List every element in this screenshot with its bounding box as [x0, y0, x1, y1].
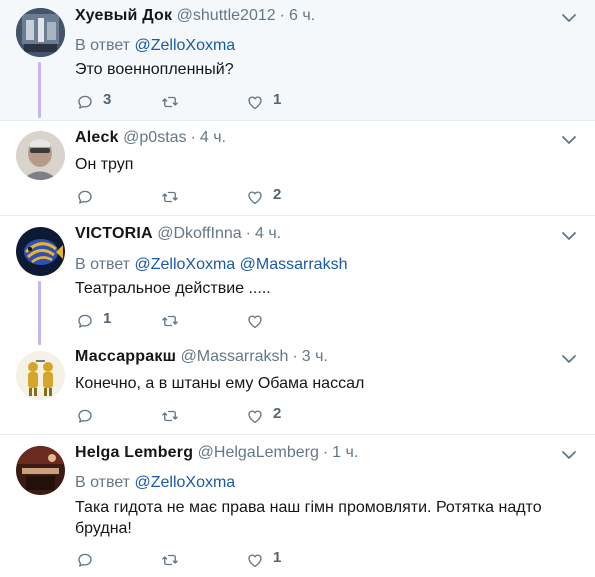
reply-count: 3 — [103, 90, 112, 108]
avatar[interactable] — [16, 131, 65, 180]
user-handle[interactable]: @Massarraksh — [181, 348, 289, 365]
reply-button[interactable]: 3 — [76, 90, 112, 112]
tweet-text: Така гидота не має права наш гімн промов… — [75, 497, 575, 539]
reply-button[interactable] — [76, 187, 103, 207]
display-name[interactable]: Helga Lemberg — [75, 444, 193, 461]
timestamp[interactable]: 3 ч. — [302, 348, 328, 365]
separator-dot: · — [322, 444, 329, 461]
chevron-down-icon[interactable] — [561, 10, 577, 26]
retweet-button[interactable] — [161, 550, 188, 570]
user-handle[interactable]: @HelgaLemberg — [198, 444, 319, 461]
reply-icon — [78, 409, 92, 423]
mention-link[interactable]: @Massarraksh — [240, 256, 348, 273]
tweet-header: VICTORIA @DkoffInna · 4 ч. — [75, 224, 281, 244]
reply-icon — [78, 314, 92, 328]
reply-to-line: В ответ @ZelloXoxma — [75, 473, 235, 493]
tweet-text: Он труп — [75, 156, 134, 173]
retweet-icon — [162, 315, 178, 327]
heart-icon — [248, 410, 262, 424]
retweet-icon — [162, 554, 178, 566]
divider — [0, 434, 595, 435]
separator-dot: · — [292, 348, 298, 365]
tweet-text-line: брудна! — [75, 520, 132, 537]
retweet-button[interactable] — [161, 187, 188, 207]
reply-button[interactable]: 1 — [76, 309, 112, 331]
display-name[interactable]: VICTORIA — [75, 225, 153, 242]
separator-dot: · — [190, 129, 196, 146]
reply-count: 1 — [103, 309, 112, 327]
avatar[interactable] — [16, 446, 65, 495]
avatar[interactable] — [16, 8, 65, 57]
chevron-down-icon[interactable] — [561, 447, 577, 463]
reply-icon — [78, 95, 92, 109]
reply-prefix: В ответ — [75, 474, 131, 491]
thread-line — [38, 281, 41, 345]
chevron-down-icon[interactable] — [561, 228, 577, 244]
reply-to-line: В ответ @ZelloXoxma @Massarraksh — [75, 255, 347, 275]
reply-to-line: В ответ @ZelloXoxma — [75, 36, 235, 56]
tweet-header: Helga Lemberg @HelgaLemberg · 1 ч. — [75, 443, 358, 463]
retweet-icon — [162, 410, 178, 422]
retweet-button[interactable] — [161, 406, 188, 426]
heart-icon — [248, 554, 262, 568]
chevron-down-icon[interactable] — [561, 132, 577, 148]
like-button[interactable]: 2 — [246, 404, 282, 426]
reply-icon — [78, 553, 92, 567]
like-button[interactable]: 1 — [246, 90, 282, 112]
chevron-down-icon[interactable] — [561, 351, 577, 367]
thread-line — [38, 62, 41, 118]
like-button[interactable] — [246, 311, 273, 331]
reply-button[interactable] — [76, 550, 103, 570]
display-name[interactable]: Хуевый Док — [75, 7, 172, 24]
heart-icon — [248, 96, 262, 110]
user-handle[interactable]: @DkoffInna — [157, 225, 241, 242]
mention-link[interactable]: @ZelloXoxma — [134, 37, 235, 54]
reply-prefix: В ответ — [75, 37, 131, 54]
timestamp[interactable]: 1 ч. — [332, 444, 358, 461]
tweet-text: Это военнопленный? — [75, 61, 234, 78]
user-handle[interactable]: @shuttle2012 — [177, 7, 276, 24]
like-button[interactable]: 1 — [246, 548, 282, 570]
retweet-button[interactable] — [161, 311, 188, 331]
avatar[interactable] — [16, 351, 65, 400]
mention-link[interactable]: @ZelloXoxma — [134, 474, 235, 491]
separator-dot: · — [245, 225, 251, 242]
like-count: 1 — [273, 90, 282, 108]
heart-icon — [248, 315, 262, 329]
retweet-icon — [162, 191, 178, 203]
separator-dot: · — [279, 7, 285, 24]
tweet-header: Aleck @p0stas · 4 ч. — [75, 128, 226, 148]
tweet-header: Хуевый Док @shuttle2012 · 6 ч. — [75, 6, 315, 26]
timestamp[interactable]: 6 ч. — [289, 7, 315, 24]
user-handle[interactable]: @p0stas — [123, 129, 186, 146]
retweet-button[interactable] — [161, 92, 188, 112]
tweet-header: Массарракш @Massarraksh · 3 ч. — [75, 347, 328, 367]
mention-link[interactable]: @ZelloXoxma — [134, 256, 235, 273]
avatar[interactable] — [16, 227, 65, 276]
like-button[interactable]: 2 — [246, 185, 282, 207]
tweet-text-line: Така гидота не має права наш гімн промов… — [75, 499, 542, 516]
like-count: 2 — [273, 404, 282, 422]
tweet-text: Конечно, а в штаны ему Обама нассал — [75, 375, 365, 392]
like-count: 2 — [273, 185, 282, 203]
retweet-icon — [162, 96, 178, 108]
timestamp[interactable]: 4 ч. — [255, 225, 281, 242]
timestamp[interactable]: 4 ч. — [200, 129, 226, 146]
like-count: 1 — [273, 548, 282, 566]
reply-prefix: В ответ — [75, 256, 131, 273]
reply-icon — [78, 190, 92, 204]
display-name[interactable]: Массарракш — [75, 348, 176, 365]
display-name[interactable]: Aleck — [75, 129, 119, 146]
reply-button[interactable] — [76, 406, 103, 426]
heart-icon — [248, 191, 262, 205]
tweet-text: Театральное действие ..... — [75, 280, 271, 297]
